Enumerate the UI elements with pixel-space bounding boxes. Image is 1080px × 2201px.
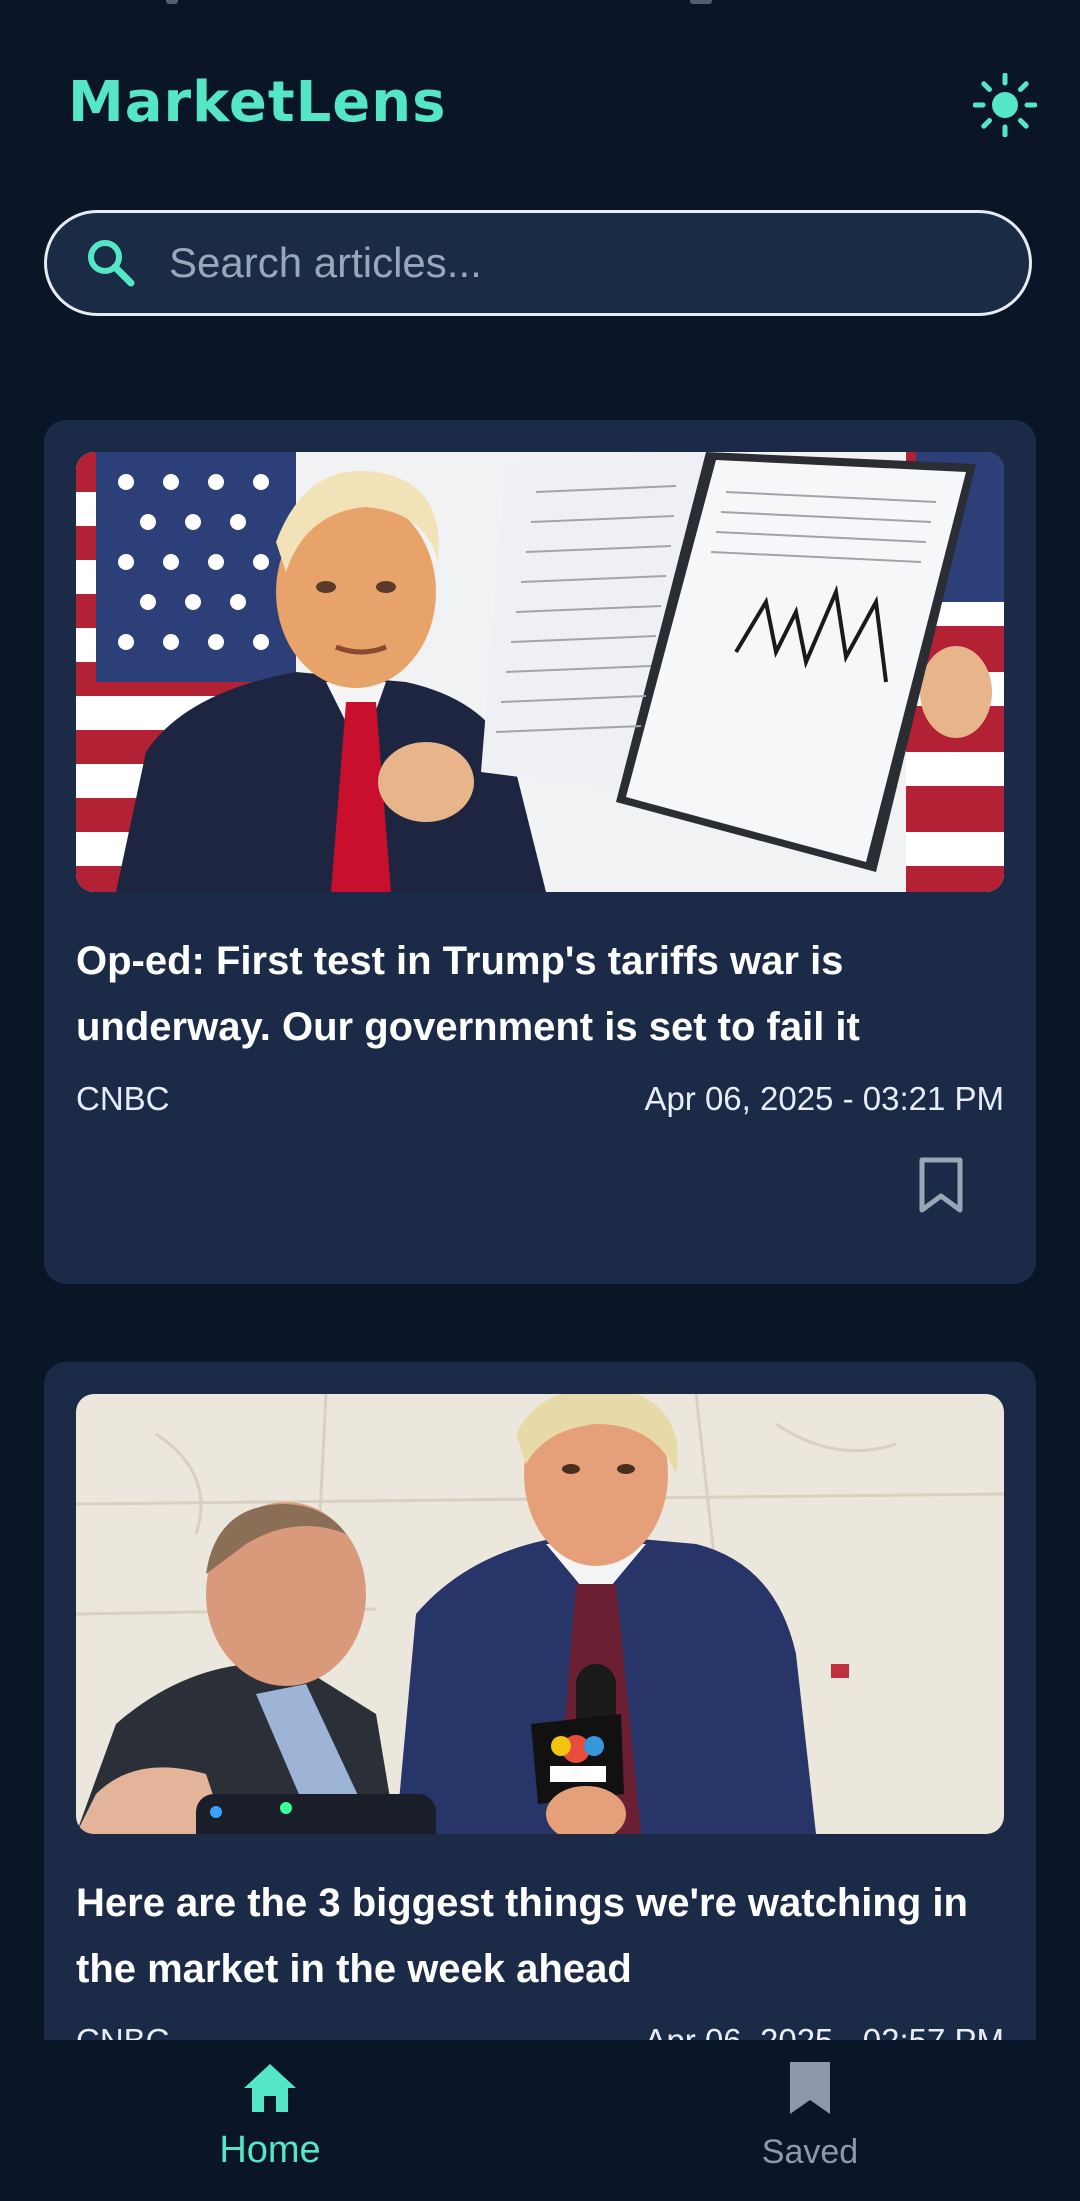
nav-item-home[interactable]: Home	[160, 2060, 380, 2180]
search-bar[interactable]	[44, 210, 1032, 316]
article-source: CNBC	[76, 1080, 170, 1117]
nav-label-saved: Saved	[761, 2133, 859, 2171]
article-image	[76, 1394, 1004, 1834]
article-date: Apr 06, 2025 - 03:21 PM	[644, 1080, 1004, 1117]
article-title[interactable]: Here are the 3 biggest things we're watc…	[76, 1870, 1004, 2002]
bottom-navigation: Home Saved	[0, 2040, 1080, 2201]
app-header: MarketLens	[0, 40, 1080, 170]
app-logo: MarketLens	[68, 70, 447, 135]
article-meta: CNBC Apr 06, 2025 - 02:57 PM	[76, 2022, 1004, 2040]
nav-label-home: Home	[219, 2129, 321, 2171]
bookmark-icon	[788, 2060, 832, 2121]
home-icon	[240, 2060, 300, 2121]
search-icon	[81, 233, 141, 293]
app-root: Op-ed: First test in Trump's tariffs war…	[0, 0, 1080, 2201]
article-title[interactable]: Op-ed: First test in Trump's tariffs war…	[76, 928, 1004, 1060]
nav-item-saved[interactable]: Saved	[700, 2060, 920, 2180]
article-card[interactable]: Here are the 3 biggest things we're watc…	[44, 1362, 1036, 2040]
article-source: CNBC	[76, 2022, 170, 2040]
sun-icon[interactable]	[966, 66, 1044, 144]
bookmark-outline-icon[interactable]	[916, 1156, 966, 1216]
article-meta: CNBC Apr 06, 2025 - 03:21 PM	[76, 1080, 1004, 1118]
article-image	[76, 452, 1004, 892]
search-input[interactable]	[167, 212, 999, 314]
article-card[interactable]: Op-ed: First test in Trump's tariffs war…	[44, 420, 1036, 1284]
article-date: Apr 06, 2025 - 02:57 PM	[644, 2022, 1004, 2040]
